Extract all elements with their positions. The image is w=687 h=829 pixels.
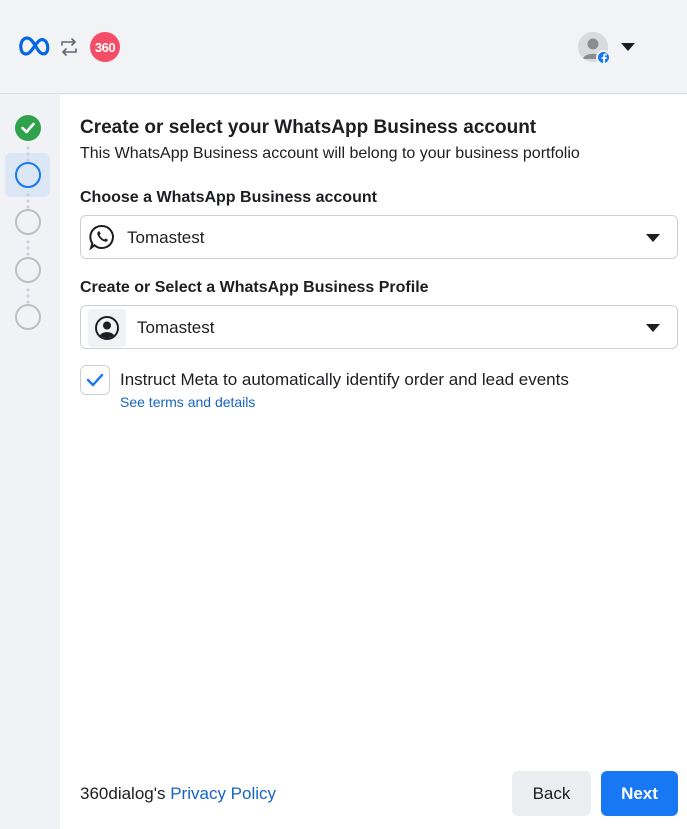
- page-title: Create or select your WhatsApp Business …: [80, 117, 537, 138]
- policy-prefix: 360dialog's: [80, 784, 166, 803]
- whatsapp-icon: [89, 225, 114, 250]
- step-5-pending: [15, 304, 41, 330]
- chevron-down-icon: [646, 324, 660, 332]
- profile-avatar: [88, 309, 126, 347]
- account-select-label: Choose a WhatsApp Business account: [80, 189, 377, 206]
- whatsapp-profile-select[interactable]: Tomastest: [80, 305, 678, 349]
- privacy-policy-notice: 360dialog's Privacy Policy: [80, 784, 276, 804]
- facebook-badge-icon: [596, 50, 611, 65]
- check-icon: [21, 122, 35, 134]
- step-1-complete: [15, 115, 41, 141]
- chevron-down-icon: [646, 234, 660, 242]
- account-avatar[interactable]: [578, 32, 611, 65]
- step-connector: [26, 145, 30, 163]
- user-circle-icon: [95, 316, 119, 340]
- checkmark-icon: [86, 373, 104, 387]
- account-select-value: Tomastest: [127, 228, 205, 247]
- main-panel: Create or select your WhatsApp Business …: [60, 95, 687, 829]
- auto-identify-label: Instruct Meta to automatically identify …: [120, 370, 569, 389]
- whatsapp-account-select[interactable]: Tomastest: [80, 215, 678, 259]
- privacy-policy-link[interactable]: Privacy Policy: [170, 784, 276, 803]
- profile-select-label: Create or Select a WhatsApp Business Pro…: [80, 279, 429, 296]
- page-subtitle: This WhatsApp Business account will belo…: [80, 145, 580, 162]
- step-connector: [26, 239, 30, 257]
- back-button[interactable]: Back: [512, 771, 591, 816]
- 360dialog-logo: 360: [90, 32, 120, 62]
- swap-arrows-icon: [61, 38, 77, 56]
- meta-logo-icon: [19, 36, 50, 56]
- step-2-current: [15, 162, 41, 188]
- step-4-pending: [15, 257, 41, 283]
- next-button[interactable]: Next: [601, 771, 678, 816]
- profile-select-value: Tomastest: [137, 318, 215, 337]
- step-connector: [26, 192, 30, 210]
- account-menu-caret-icon[interactable]: [621, 43, 635, 51]
- step-3-pending: [15, 209, 41, 235]
- top-bar: 360: [0, 0, 687, 94]
- progress-sidebar: [0, 95, 60, 829]
- auto-identify-checkbox[interactable]: [80, 365, 110, 395]
- terms-details-link[interactable]: See terms and details: [120, 394, 255, 410]
- step-connector: [26, 287, 30, 305]
